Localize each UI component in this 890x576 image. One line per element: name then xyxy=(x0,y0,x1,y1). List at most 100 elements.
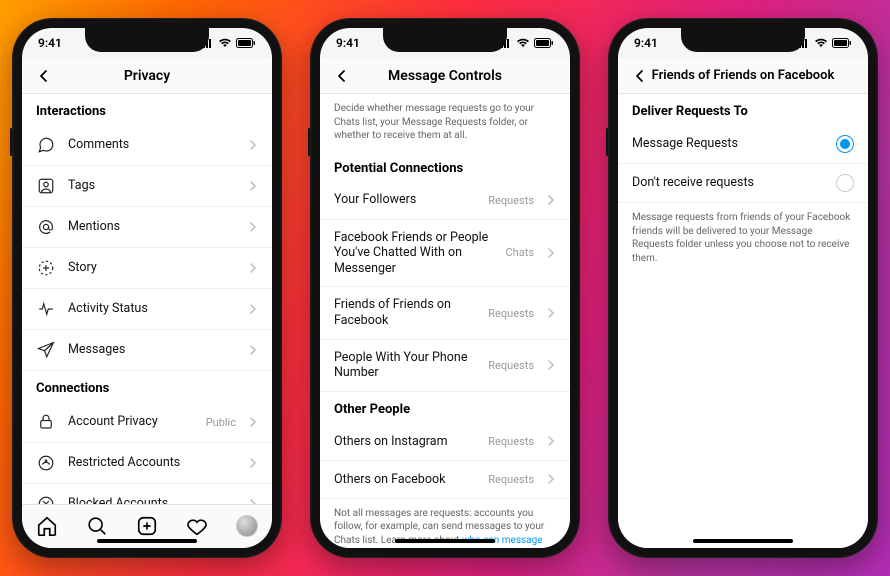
row-phone-number[interactable]: People With Your Phone Number Requests xyxy=(320,340,570,392)
page-title: Friends of Friends on Facebook xyxy=(618,68,868,83)
section-header-deliver: Deliver Requests To xyxy=(618,94,868,125)
chevron-right-icon xyxy=(546,474,556,484)
tab-new-post[interactable] xyxy=(132,511,162,541)
chevron-right-icon xyxy=(248,458,258,468)
row-restricted[interactable]: Restricted Accounts xyxy=(22,443,272,484)
battery-icon xyxy=(832,38,852,48)
row-blocked[interactable]: Blocked Accounts xyxy=(22,484,272,504)
row-label: Messages xyxy=(68,342,236,358)
row-messages[interactable]: Messages xyxy=(22,330,272,371)
chevron-right-icon xyxy=(546,360,556,370)
notch xyxy=(383,28,507,52)
chevron-right-icon xyxy=(248,222,258,232)
mention-icon xyxy=(36,217,56,237)
tab-search[interactable] xyxy=(82,511,112,541)
back-button[interactable] xyxy=(330,69,354,83)
row-value: Chats xyxy=(506,246,534,259)
radio-selected-icon xyxy=(836,135,854,153)
section-header-other: Other People xyxy=(320,392,570,423)
tab-home[interactable] xyxy=(32,511,62,541)
row-value: Public xyxy=(206,416,236,429)
row-label: Blocked Accounts xyxy=(68,496,236,504)
nav-bar: Friends of Friends on Facebook xyxy=(618,58,868,94)
chevron-right-icon xyxy=(546,308,556,318)
row-value: Requests xyxy=(488,194,534,207)
content-scroll[interactable]: Interactions Comments Tags Mentio xyxy=(22,94,272,504)
chevron-right-icon xyxy=(248,263,258,273)
chevron-right-icon xyxy=(248,140,258,150)
row-others-instagram[interactable]: Others on Instagram Requests xyxy=(320,423,570,461)
row-label: Tags xyxy=(68,178,236,194)
battery-icon xyxy=(236,38,256,48)
page-title: Privacy xyxy=(22,68,272,84)
phone-frame-3: 9:41 Friends of Friends on Facebook Deli… xyxy=(608,18,878,558)
activity-icon xyxy=(36,299,56,319)
option-label: Message Requests xyxy=(632,136,824,152)
blocked-icon xyxy=(36,494,56,504)
chevron-right-icon xyxy=(546,195,556,205)
option-message-requests[interactable]: Message Requests xyxy=(618,125,868,164)
page-title: Message Controls xyxy=(320,68,570,84)
tab-profile[interactable] xyxy=(232,511,262,541)
tab-activity[interactable] xyxy=(182,511,212,541)
status-time: 9:41 xyxy=(336,36,360,50)
nav-bar: Privacy xyxy=(22,58,272,94)
back-button[interactable] xyxy=(628,69,652,83)
messages-icon xyxy=(36,340,56,360)
row-fb-friends[interactable]: Facebook Friends or People You've Chatte… xyxy=(320,220,570,288)
home-indicator[interactable] xyxy=(395,539,495,543)
row-others-facebook[interactable]: Others on Facebook Requests xyxy=(320,461,570,499)
chevron-right-icon xyxy=(546,248,556,258)
row-value: Requests xyxy=(488,473,534,486)
row-value: Requests xyxy=(488,359,534,372)
phone-frame-1: 9:41 Privacy Interactions xyxy=(12,18,282,558)
option-dont-receive[interactable]: Don't receive requests xyxy=(618,164,868,203)
lock-icon xyxy=(36,412,56,432)
row-label: Facebook Friends or People You've Chatte… xyxy=(334,230,494,277)
row-label: People With Your Phone Number xyxy=(334,350,476,381)
home-indicator[interactable] xyxy=(97,539,197,543)
avatar-icon xyxy=(236,515,258,537)
chevron-right-icon xyxy=(248,181,258,191)
row-activity-status[interactable]: Activity Status xyxy=(22,289,272,330)
row-story[interactable]: Story xyxy=(22,248,272,289)
intro-text: Decide whether message requests go to yo… xyxy=(320,94,570,151)
status-time: 9:41 xyxy=(38,36,62,50)
comment-icon xyxy=(36,135,56,155)
row-account-privacy[interactable]: Account Privacy Public xyxy=(22,402,272,443)
row-comments[interactable]: Comments xyxy=(22,125,272,166)
row-your-followers[interactable]: Your Followers Requests xyxy=(320,182,570,220)
option-label: Don't receive requests xyxy=(632,175,824,191)
content-scroll[interactable]: Decide whether message requests go to yo… xyxy=(320,94,570,548)
content-scroll[interactable]: Deliver Requests To Message Requests Don… xyxy=(618,94,868,548)
row-tags[interactable]: Tags xyxy=(22,166,272,207)
row-label: Friends of Friends on Facebook xyxy=(334,297,476,328)
row-label: Account Privacy xyxy=(68,414,194,430)
home-indicator[interactable] xyxy=(693,539,793,543)
row-label: Story xyxy=(68,260,236,276)
chevron-right-icon xyxy=(248,417,258,427)
back-button[interactable] xyxy=(32,69,56,83)
row-value: Requests xyxy=(488,307,534,320)
battery-icon xyxy=(534,38,554,48)
footer-text: Message requests from friends of your Fa… xyxy=(618,203,868,273)
tag-icon xyxy=(36,176,56,196)
row-label: Activity Status xyxy=(68,301,236,317)
notch xyxy=(681,28,805,52)
row-value: Requests xyxy=(488,435,534,448)
story-icon xyxy=(36,258,56,278)
restricted-icon xyxy=(36,453,56,473)
notch xyxy=(85,28,209,52)
phone-frame-2: 9:41 Message Controls Decide whether mes… xyxy=(310,18,580,558)
row-mentions[interactable]: Mentions xyxy=(22,207,272,248)
section-header-connections: Connections xyxy=(22,371,272,402)
status-time: 9:41 xyxy=(634,36,658,50)
chevron-right-icon xyxy=(546,436,556,446)
section-header-interactions: Interactions xyxy=(22,94,272,125)
row-label: Comments xyxy=(68,137,236,153)
chevron-right-icon xyxy=(248,345,258,355)
radio-unselected-icon xyxy=(836,174,854,192)
wifi-icon xyxy=(814,38,828,48)
nav-bar: Message Controls xyxy=(320,58,570,94)
row-friends-of-friends[interactable]: Friends of Friends on Facebook Requests xyxy=(320,287,570,339)
